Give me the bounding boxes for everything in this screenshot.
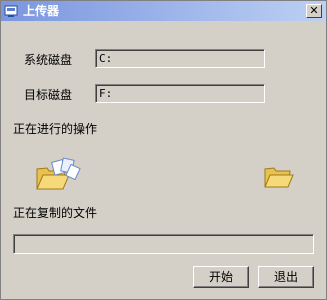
close-icon: ✕ (309, 4, 319, 17)
close-button[interactable]: ✕ (306, 4, 322, 18)
copy-progress-bar (13, 234, 314, 254)
copying-file-label: 正在复制的文件 (13, 206, 98, 220)
source-folder-icon (36, 157, 81, 190)
app-icon (4, 5, 18, 17)
source-disk-field[interactable]: C: (95, 49, 265, 68)
exit-button[interactable]: 退出 (258, 266, 314, 288)
start-button[interactable]: 开始 (193, 266, 249, 288)
source-disk-label: 系统磁盘 (24, 53, 73, 67)
title-bar[interactable]: 上传器 ✕ (1, 1, 326, 21)
operation-label: 正在进行的操作 (13, 122, 98, 136)
target-disk-field[interactable]: F: (95, 84, 265, 103)
target-disk-label: 目标磁盘 (24, 88, 73, 102)
window-title: 上传器 (23, 4, 60, 18)
uploader-window: 上传器 ✕ 系统磁盘 C: 目标磁盘 F: 正在进行的操作 正在复制的文件 开始… (0, 0, 327, 300)
target-folder-icon (264, 167, 294, 188)
